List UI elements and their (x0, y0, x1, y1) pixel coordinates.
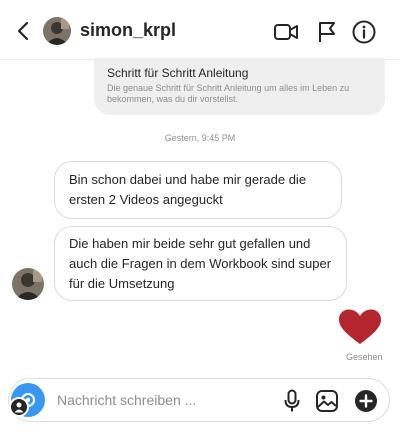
link-preview-description: Die genaue Schritt für Schritt Anleitung… (107, 83, 350, 104)
add-icon[interactable] (353, 388, 379, 414)
sender-avatar[interactable] (12, 268, 44, 300)
flag-icon[interactable] (314, 19, 340, 45)
seen-status: Gesehen (346, 352, 383, 362)
message-bubble[interactable]: Bin schon dabei und habe mir gerade die … (54, 161, 342, 219)
message-text: Bin schon dabei und habe mir gerade die … (69, 172, 307, 207)
message-text: Die haben mir beide sehr gut gefallen un… (69, 235, 332, 291)
message-bubble[interactable]: Die haben mir beide sehr gut gefallen un… (54, 226, 347, 301)
message-input[interactable] (57, 387, 267, 413)
video-camera-icon[interactable] (273, 19, 299, 45)
info-icon[interactable] (351, 19, 377, 45)
heart-icon[interactable] (338, 309, 382, 345)
back-arrow-icon[interactable] (12, 18, 34, 44)
chat-header: simon_krpl (0, 0, 400, 60)
gallery-icon[interactable] (314, 388, 340, 414)
avatar[interactable] (43, 17, 71, 45)
profile-icon[interactable] (9, 397, 29, 417)
microphone-icon[interactable] (279, 388, 305, 414)
message-timestamp: Gestern, 9:45 PM (164, 133, 236, 143)
link-preview-title: Schritt für Schritt Anleitung (107, 66, 249, 80)
message-composer (8, 378, 390, 422)
username[interactable]: simon_krpl (80, 20, 176, 41)
link-preview-card[interactable]: Schritt für Schritt Anleitung Die genaue… (94, 58, 385, 115)
